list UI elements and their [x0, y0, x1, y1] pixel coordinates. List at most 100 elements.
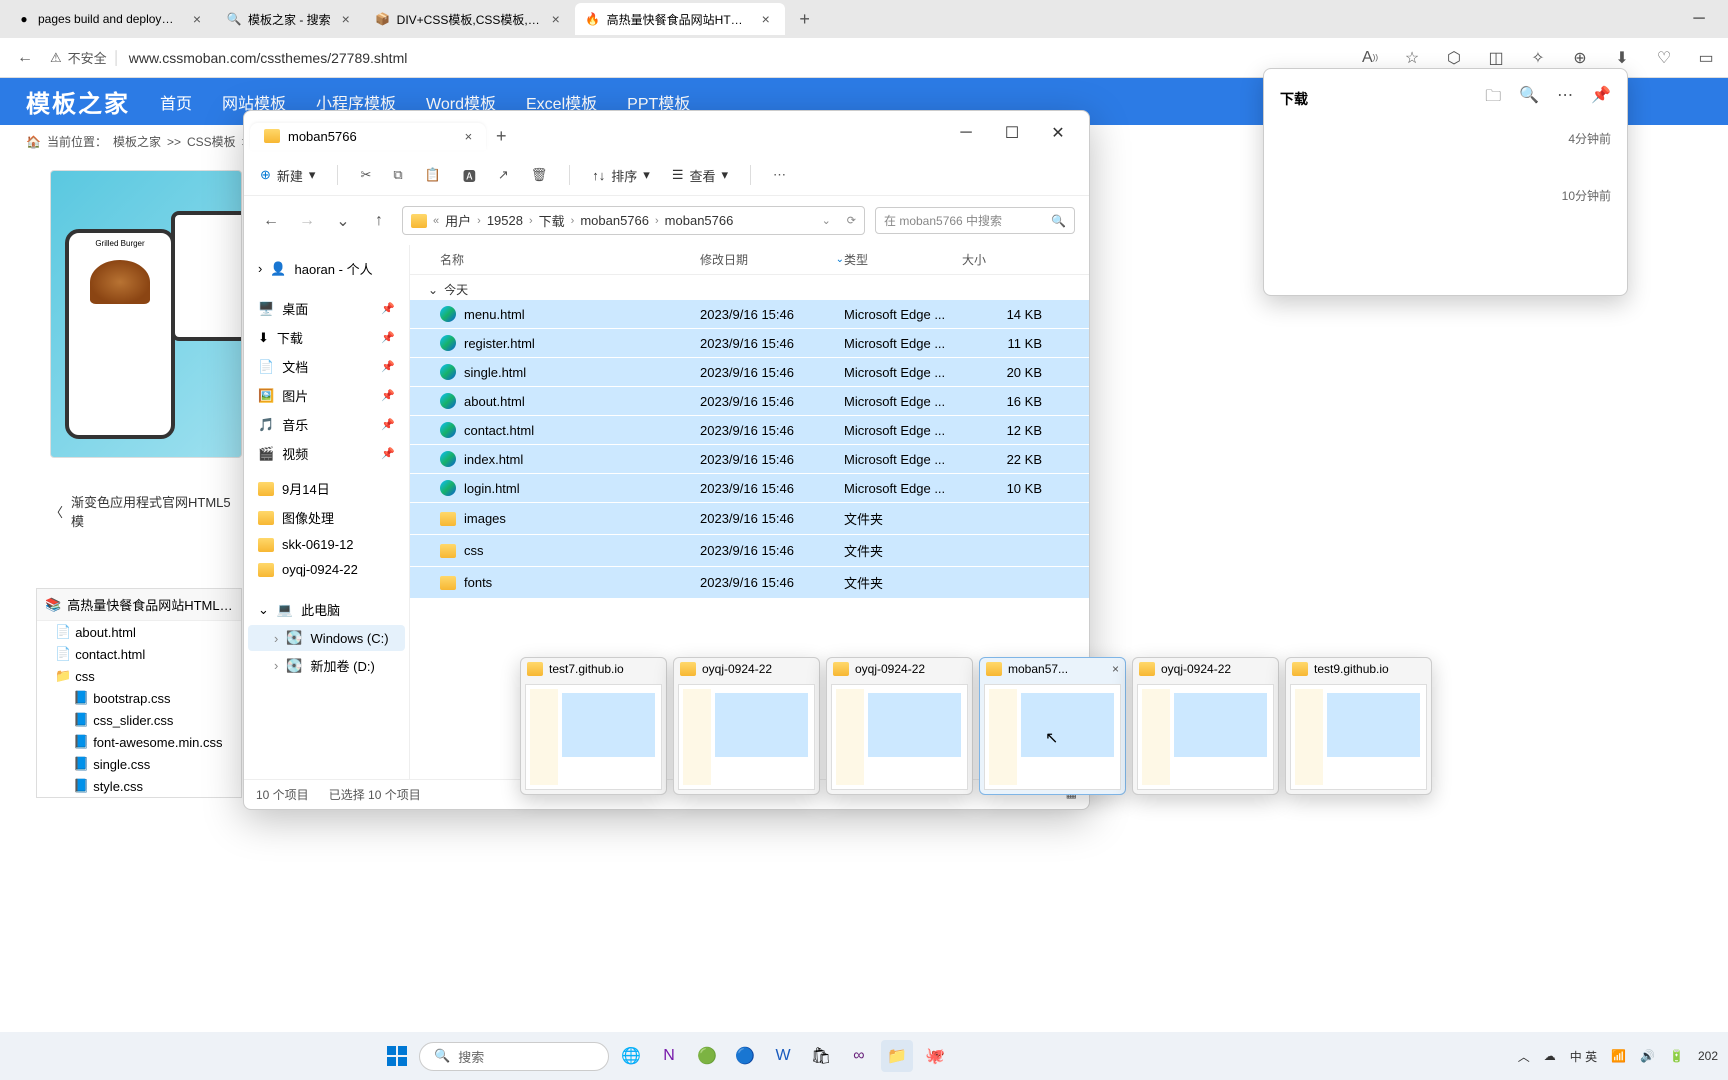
file-row[interactable]: about.html2023/9/16 15:46Microsoft Edge …	[410, 387, 1089, 416]
onedrive-icon[interactable]: ☁	[1544, 1049, 1556, 1063]
new-tab-button[interactable]: +	[791, 5, 819, 33]
tree-file[interactable]: 📘css_slider.css	[73, 709, 241, 731]
tree-root[interactable]: 📚 高热量快餐食品网站HTML5模板	[37, 589, 241, 621]
sidebar-folder[interactable]: skk-0619-12	[248, 532, 405, 557]
path-bar[interactable]: « 用户› 19528› 下载› moban5766› moban5766 ⌄ …	[402, 206, 865, 235]
task-github[interactable]: 🐙	[919, 1040, 951, 1072]
explorer-search[interactable]: 在 moban5766 中搜索 🔍	[875, 207, 1075, 234]
maximize-button[interactable]: ☐	[989, 117, 1035, 149]
file-row[interactable]: menu.html2023/9/16 15:46Microsoft Edge .…	[410, 300, 1089, 329]
tree-folder[interactable]: 📁css	[55, 665, 241, 687]
taskbar-search[interactable]: 🔍 搜索	[419, 1042, 609, 1071]
url-text[interactable]: www.cssmoban.com/cssthemes/27789.shtml	[129, 50, 408, 66]
task-onenote[interactable]: N	[653, 1040, 685, 1072]
sidebar-drive-c[interactable]: › 💽 Windows (C:)	[248, 625, 405, 651]
share-icon[interactable]: ↗	[498, 167, 509, 183]
tree-file[interactable]: 📄contact.html	[55, 643, 241, 665]
pin-icon[interactable]: 📌	[381, 418, 395, 431]
sidebar-quick-item[interactable]: ⬇下载📌	[248, 323, 405, 352]
task-copilot[interactable]: 🌐	[615, 1040, 647, 1072]
file-row[interactable]: index.html2023/9/16 15:46Microsoft Edge …	[410, 445, 1089, 474]
nav-recent[interactable]: ⌄	[330, 208, 356, 234]
pin-icon[interactable]: 📌	[381, 360, 395, 373]
tree-file[interactable]: 📘style.css	[73, 775, 241, 797]
nav-back[interactable]: ←	[258, 208, 284, 234]
path-segment[interactable]: 下载	[539, 211, 565, 230]
window-minimize-button[interactable]: ─	[1676, 3, 1722, 35]
task-store[interactable]: 🛍	[805, 1040, 837, 1072]
task-chrome[interactable]: 🟢	[691, 1040, 723, 1072]
close-icon[interactable]: ×	[465, 129, 473, 144]
path-segment[interactable]: 19528	[487, 213, 523, 228]
sidebar-user[interactable]: › 👤 haoran - 个人	[248, 253, 405, 284]
wifi-icon[interactable]: 📶	[1611, 1049, 1626, 1063]
taskbar-thumbnail[interactable]: oyqj-0924-22	[673, 657, 820, 795]
tab-close-icon[interactable]: ×	[547, 10, 565, 28]
prev-template-link[interactable]: 〈 渐变色应用程式官网HTML5模	[50, 492, 242, 530]
tree-file[interactable]: 📘bootstrap.css	[73, 687, 241, 709]
paste-icon[interactable]: 📋	[425, 167, 441, 183]
sidebar-folder[interactable]: 图像处理	[248, 503, 405, 532]
tree-file[interactable]: 📘single.css	[73, 753, 241, 775]
breadcrumb-seg[interactable]: CSS模板	[187, 133, 236, 150]
sort-button[interactable]: ↑↓ 排序 ▾	[592, 166, 650, 185]
tray-chevron-icon[interactable]: ︿	[1518, 1048, 1530, 1065]
column-headers[interactable]: 名称 修改日期⌄ 类型 大小	[410, 245, 1089, 275]
battery-icon[interactable]: 🔋	[1669, 1049, 1684, 1063]
task-vs[interactable]: ∞	[843, 1040, 875, 1072]
explorer-tab[interactable]: moban5766 ×	[250, 123, 486, 150]
more-icon[interactable]: ⋯	[1557, 85, 1573, 112]
cut-icon[interactable]: ✂	[360, 167, 371, 183]
taskbar-thumbnail[interactable]: test9.github.io	[1285, 657, 1432, 795]
browser-tab-0[interactable]: ● pages build and deployment · ke ×	[6, 3, 216, 35]
app-icon[interactable]: ▭	[1692, 44, 1720, 72]
back-button[interactable]: ←	[8, 41, 42, 75]
performance-icon[interactable]: ♡	[1650, 44, 1678, 72]
refresh-icon[interactable]: ⟳	[847, 214, 856, 227]
chevron-down-icon[interactable]: ⌄	[822, 214, 831, 227]
pin-icon[interactable]: 📌	[381, 302, 395, 315]
tab-close-icon[interactable]: ×	[188, 10, 206, 28]
clock[interactable]: 202	[1698, 1049, 1718, 1063]
group-today[interactable]: ⌄ 今天	[410, 275, 1089, 300]
file-row[interactable]: single.html2023/9/16 15:46Microsoft Edge…	[410, 358, 1089, 387]
file-row[interactable]: images2023/9/16 15:46文件夹	[410, 503, 1089, 535]
sidebar-quick-item[interactable]: 🎬视频📌	[248, 439, 405, 468]
nav-home[interactable]: 首页	[160, 90, 192, 114]
system-tray[interactable]: ︿ ☁ 中 英 📶 🔊 🔋 202	[1518, 1048, 1718, 1065]
sidebar-pc[interactable]: ⌄ 💻 此电脑	[248, 594, 405, 625]
task-explorer[interactable]: 📁	[881, 1040, 913, 1072]
open-folder-icon[interactable]: 🗀	[1485, 85, 1501, 112]
preview-image[interactable]: Grilled Burger	[50, 170, 242, 458]
task-edge[interactable]: 🔵	[729, 1040, 761, 1072]
taskbar-thumbnail[interactable]: oyqj-0924-22	[826, 657, 973, 795]
rename-icon[interactable]: 🅰	[463, 166, 476, 185]
security-indicator[interactable]: ⚠ 不安全 │	[50, 48, 121, 67]
more-icon[interactable]: ⋯	[773, 167, 786, 183]
copy-icon[interactable]: ⧉	[393, 167, 402, 183]
pin-icon[interactable]: 📌	[381, 331, 395, 344]
sidebar-quick-item[interactable]: 🖼️图片📌	[248, 381, 405, 410]
close-icon[interactable]: ×	[1112, 662, 1119, 676]
tree-file[interactable]: 📘font-awesome.min.css	[73, 731, 241, 753]
nav-up[interactable]: ↑	[366, 208, 392, 234]
explorer-new-tab[interactable]: +	[486, 121, 516, 151]
sidebar-drive-d[interactable]: › 💽 新加卷 (D:)	[248, 651, 405, 680]
taskbar-thumbnail[interactable]: moban57...×	[979, 657, 1126, 795]
file-row[interactable]: login.html2023/9/16 15:46Microsoft Edge …	[410, 474, 1089, 503]
sidebar-quick-item[interactable]: 📄文档📌	[248, 352, 405, 381]
search-icon[interactable]: 🔍	[1519, 85, 1539, 112]
tab-close-icon[interactable]: ×	[757, 10, 775, 28]
browser-tab-2[interactable]: 📦 DIV+CSS模板,CSS模板,网页模板... ×	[365, 3, 575, 35]
file-row[interactable]: register.html2023/9/16 15:46Microsoft Ed…	[410, 329, 1089, 358]
site-logo[interactable]: 模板之家	[26, 84, 130, 119]
browser-tab-1[interactable]: 🔍 模板之家 - 搜索 ×	[216, 3, 365, 35]
close-button[interactable]: ✕	[1035, 117, 1081, 149]
browser-tab-3[interactable]: 🔥 高热量快餐食品网站HTML5模板... ×	[575, 3, 785, 35]
sidebar-quick-item[interactable]: 🖥️桌面📌	[248, 294, 405, 323]
task-word[interactable]: W	[767, 1040, 799, 1072]
start-button[interactable]	[381, 1040, 413, 1072]
path-segment[interactable]: moban5766	[580, 213, 649, 228]
tab-close-icon[interactable]: ×	[337, 10, 355, 28]
file-row[interactable]: css2023/9/16 15:46文件夹	[410, 535, 1089, 567]
